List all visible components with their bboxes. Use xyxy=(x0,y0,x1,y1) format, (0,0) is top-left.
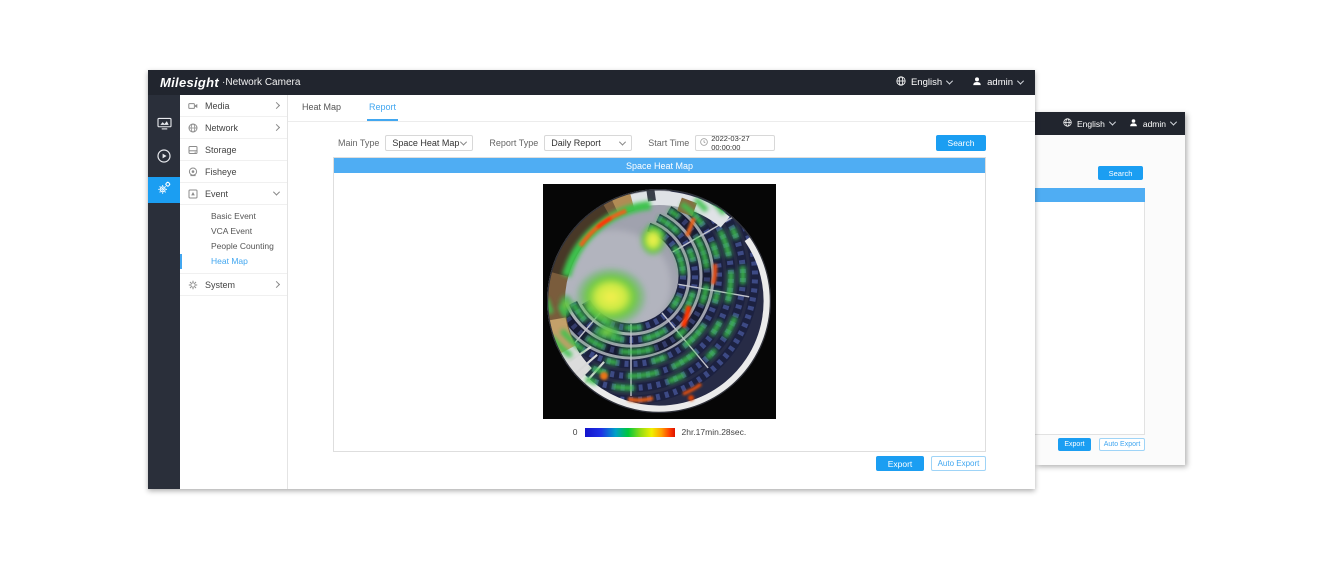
auto-export-button[interactable]: Auto Export xyxy=(931,456,986,471)
tab-heat-map[interactable]: Heat Map xyxy=(300,95,343,121)
report-type-value: Daily Report xyxy=(551,138,601,148)
language-menu[interactable]: English xyxy=(896,76,952,89)
chevron-right-icon xyxy=(273,102,280,109)
menu-label: System xyxy=(205,280,235,290)
menu-label: Storage xyxy=(205,145,237,155)
media-icon xyxy=(188,101,201,111)
chevron-down-icon xyxy=(619,138,626,145)
background-auto-export-button[interactable]: Auto Export xyxy=(1099,438,1145,451)
report-type-select[interactable]: Daily Report xyxy=(544,135,632,151)
background-language-menu[interactable]: English xyxy=(1063,118,1115,129)
live-view-button[interactable] xyxy=(148,113,180,139)
desktop: English admin Search Export Auto Export … xyxy=(0,0,1334,562)
settings-menu: Media Network Storage xyxy=(180,95,288,489)
chevron-down-icon xyxy=(946,78,953,85)
start-time-label: Start Time xyxy=(648,138,689,148)
playback-icon xyxy=(157,149,171,168)
app-topbar: Milesight ·Network Camera English admin xyxy=(148,70,1035,95)
submenu-item-basic-event[interactable]: Basic Event xyxy=(180,209,287,224)
submenu-item-vca-event[interactable]: VCA Event xyxy=(180,224,287,239)
live-view-monitor-icon xyxy=(157,117,172,135)
background-language-label: English xyxy=(1077,119,1105,129)
submenu-item-heat-map[interactable]: Heat Map xyxy=(180,254,287,269)
menu-item-system[interactable]: System xyxy=(180,274,287,296)
background-search-button[interactable]: Search xyxy=(1098,166,1143,180)
panel-title: Space Heat Map xyxy=(334,158,985,173)
main-type-select[interactable]: Space Heat Map xyxy=(385,135,473,151)
menu-item-fisheye[interactable]: Fisheye xyxy=(180,161,287,183)
start-time-input[interactable]: 2022-03-27 00:00:00 xyxy=(695,135,775,151)
menu-label: Fisheye xyxy=(205,167,237,177)
report-filters: Main Type Space Heat Map Report Type Dai… xyxy=(338,135,986,151)
export-actions: Export Auto Export xyxy=(288,456,986,471)
clock-icon xyxy=(700,138,708,148)
menu-label: Media xyxy=(205,101,230,111)
menu-item-media[interactable]: Media xyxy=(180,95,287,117)
chevron-right-icon xyxy=(273,281,280,288)
product-name: ·Network Camera xyxy=(222,77,300,88)
background-topbar: English admin xyxy=(1035,112,1185,135)
tab-report[interactable]: Report xyxy=(367,95,398,121)
menu-item-event[interactable]: Event xyxy=(180,183,287,205)
user-label: admin xyxy=(987,77,1013,88)
content-area: Heat Map Report Main Type Space Heat Map… xyxy=(288,95,1035,489)
submenu-item-people-counting[interactable]: People Counting xyxy=(180,239,287,254)
heat-scale-min: 0 xyxy=(573,427,578,437)
chevron-right-icon xyxy=(273,124,280,131)
user-icon xyxy=(972,76,982,89)
event-submenu: Basic Event VCA Event People Counting He… xyxy=(180,205,287,274)
search-button[interactable]: Search xyxy=(936,135,986,151)
chevron-down-icon xyxy=(273,189,280,196)
tab-bar: Heat Map Report xyxy=(288,95,1035,122)
language-label: English xyxy=(911,77,942,88)
background-window: English admin Search Export Auto Export xyxy=(1035,112,1185,465)
system-icon xyxy=(188,280,201,290)
background-panel-header xyxy=(1035,188,1145,202)
export-button[interactable]: Export xyxy=(876,456,924,471)
user-menu[interactable]: admin xyxy=(972,76,1023,89)
mode-rail xyxy=(148,95,180,489)
menu-label: Event xyxy=(205,189,228,199)
report-type-label: Report Type xyxy=(489,138,538,148)
background-user-label: admin xyxy=(1143,119,1166,129)
globe-icon xyxy=(896,76,906,89)
chevron-down-icon xyxy=(1170,119,1177,126)
menu-label: Network xyxy=(205,123,238,133)
menu-item-network[interactable]: Network xyxy=(180,117,287,139)
heatmap-image xyxy=(543,184,776,419)
main-type-label: Main Type xyxy=(338,138,379,148)
event-icon xyxy=(188,189,201,199)
heat-scale: 0 2hr.17min.28sec. xyxy=(573,427,746,437)
background-export-button[interactable]: Export xyxy=(1058,438,1091,451)
start-time-value: 2022-03-27 00:00:00 xyxy=(711,134,770,152)
heat-scale-bar xyxy=(585,428,675,437)
main-type-value: Space Heat Map xyxy=(392,138,459,148)
heat-map-panel: Space Heat Map xyxy=(333,157,986,452)
menu-item-storage[interactable]: Storage xyxy=(180,139,287,161)
user-icon xyxy=(1129,118,1138,129)
playback-button[interactable] xyxy=(148,145,180,171)
background-panel xyxy=(1035,202,1145,435)
settings-gears-icon xyxy=(157,180,172,200)
chevron-down-icon xyxy=(1109,119,1116,126)
milesight-logo: Milesight xyxy=(160,75,219,90)
globe-icon xyxy=(1063,118,1072,129)
chevron-down-icon xyxy=(1017,78,1024,85)
chevron-down-icon xyxy=(460,138,467,145)
storage-icon xyxy=(188,145,201,155)
camera-web-ui-window: Milesight ·Network Camera English admin xyxy=(148,70,1035,489)
network-icon xyxy=(188,123,201,133)
settings-button[interactable] xyxy=(148,177,180,203)
background-user-menu[interactable]: admin xyxy=(1129,118,1176,129)
fisheye-icon xyxy=(188,167,201,177)
heat-scale-max: 2hr.17min.28sec. xyxy=(682,427,747,437)
